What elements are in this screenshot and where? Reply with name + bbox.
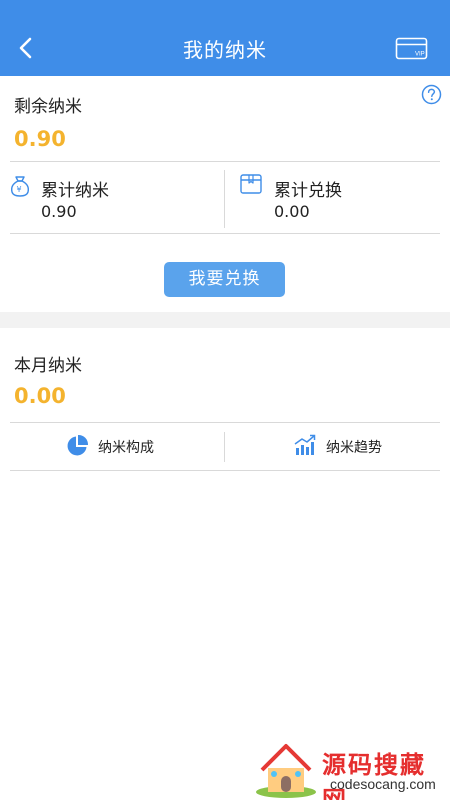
remaining-value: 0.90 [14,127,66,151]
divider [10,161,440,162]
page-title: 我的纳米 [183,38,267,62]
total-earned-value: 0.90 [41,202,77,221]
divider [224,170,225,228]
coin-bag-icon: ¥ [8,174,32,198]
total-earned-label: 累计纳米 [41,181,109,201]
month-label: 本月纳米 [14,356,82,376]
section-gap [0,312,450,328]
top-nav-bar: 我的纳米 VIP [0,0,450,76]
pie-chart-icon[interactable] [65,434,89,458]
composition-tab[interactable]: 纳米构成 [98,437,154,457]
exchange-button[interactable]: 我要兑换 [164,262,285,297]
divider [10,233,440,234]
divider [224,432,225,462]
divider [10,470,440,471]
question-icon[interactable] [421,84,442,105]
trend-tab[interactable]: 纳米趋势 [326,437,382,457]
watermark-domain: codesocang.com [330,776,436,792]
divider [10,422,440,423]
house-logo-icon [256,744,316,798]
vip-label: VIP [415,52,425,58]
remaining-label: 剩余纳米 [14,97,82,117]
total-exchanged-label: 累计兑换 [274,181,342,201]
wallet-icon [239,172,263,196]
svg-text:¥: ¥ [17,185,22,194]
vip-card-icon[interactable]: VIP [395,37,429,61]
total-exchanged-value: 0.00 [274,202,310,221]
trend-chart-icon[interactable] [293,433,317,457]
month-value: 0.00 [14,384,66,408]
